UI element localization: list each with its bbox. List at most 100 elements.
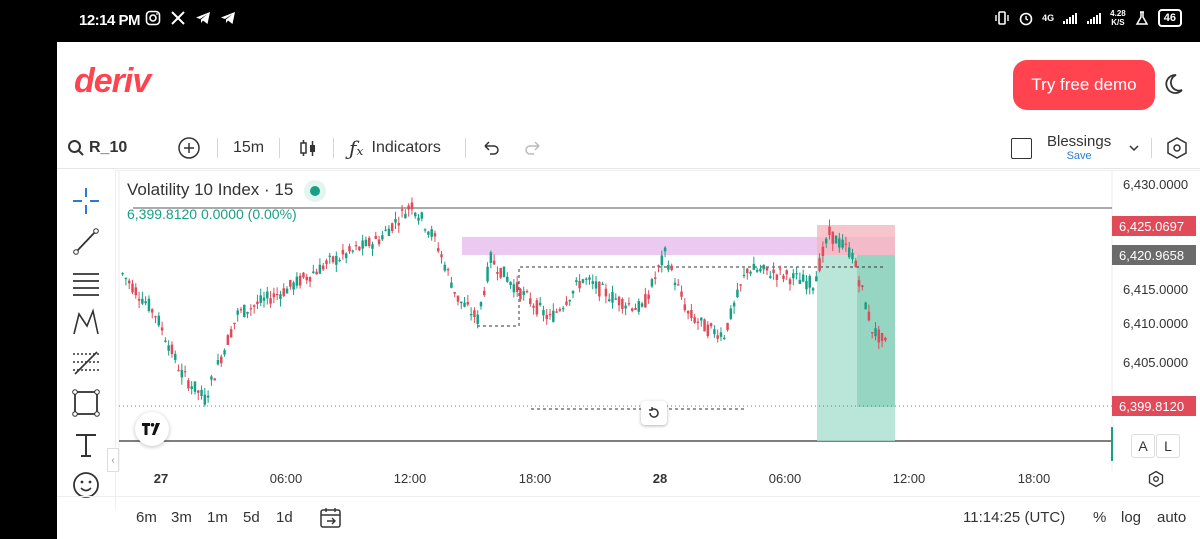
candle-body bbox=[851, 252, 854, 260]
candle-body bbox=[769, 276, 772, 278]
candle-body bbox=[811, 288, 815, 291]
candle-body bbox=[289, 280, 292, 287]
time-axis: 27 06:00 12:00 18:00 28 06:00 12:00 18:0… bbox=[119, 468, 1200, 490]
candle-body bbox=[187, 380, 190, 389]
candle-body bbox=[591, 281, 595, 284]
auto-scale-toggle[interactable]: auto bbox=[1157, 509, 1186, 526]
reset-zoom-button[interactable] bbox=[641, 401, 667, 425]
candle-body bbox=[233, 322, 236, 325]
try-free-demo-button[interactable]: Try free demo bbox=[1013, 60, 1155, 110]
candle-body bbox=[328, 255, 332, 257]
candle-body bbox=[525, 290, 529, 293]
interval-button[interactable]: 15m bbox=[233, 128, 264, 168]
pattern-icon[interactable] bbox=[71, 308, 101, 338]
candle-body bbox=[239, 309, 243, 311]
collapse-tab[interactable]: ‹ bbox=[107, 448, 119, 472]
account-save[interactable]: Save bbox=[1067, 150, 1092, 162]
candle-body bbox=[778, 268, 782, 270]
candle-body bbox=[180, 370, 184, 378]
price-tag-label: 6,420.9658 bbox=[1119, 248, 1184, 263]
auto-scale-button[interactable]: A bbox=[1131, 434, 1155, 458]
candle-body bbox=[861, 285, 864, 287]
symbol-search[interactable]: R_10 bbox=[67, 128, 127, 168]
candle-body bbox=[742, 274, 746, 277]
candle-body bbox=[243, 304, 246, 318]
candle-body bbox=[318, 264, 322, 274]
candle-body bbox=[312, 271, 315, 273]
candle-body bbox=[410, 202, 414, 210]
account-menu[interactable]: Blessings Save bbox=[1047, 128, 1111, 168]
settings-button[interactable] bbox=[1165, 128, 1189, 168]
period-3m[interactable]: 3m bbox=[171, 509, 192, 526]
trend-line-icon[interactable] bbox=[71, 226, 101, 256]
candle-body bbox=[489, 252, 493, 263]
candle-body bbox=[354, 245, 358, 247]
fibonacci-icon[interactable] bbox=[71, 348, 101, 378]
period-1d[interactable]: 1d bbox=[276, 509, 293, 526]
rectangle-icon[interactable] bbox=[71, 388, 101, 418]
utc-clock[interactable]: 11:14:25 (UTC) bbox=[963, 509, 1065, 526]
refresh-icon bbox=[649, 407, 659, 418]
candle-body bbox=[282, 288, 285, 296]
instagram-icon bbox=[145, 10, 161, 26]
undo-button[interactable] bbox=[481, 128, 501, 168]
candle-body bbox=[601, 283, 604, 285]
candle-body bbox=[604, 288, 608, 297]
redo-icon bbox=[525, 141, 540, 155]
candle-body bbox=[621, 298, 624, 309]
candle-body bbox=[815, 276, 818, 282]
candle-body bbox=[617, 296, 621, 306]
moon-icon[interactable] bbox=[1161, 72, 1185, 96]
net-speed-unit: K/S bbox=[1111, 18, 1125, 27]
price-axis-label: 6,405.0000 bbox=[1123, 355, 1188, 370]
candle-body bbox=[571, 290, 575, 294]
period-6m[interactable]: 6m bbox=[136, 509, 157, 526]
text-tool-icon[interactable] bbox=[71, 430, 101, 460]
candle-body bbox=[548, 313, 552, 316]
log-scale-button[interactable]: L bbox=[1156, 434, 1180, 458]
candle-body bbox=[657, 265, 660, 267]
redo-button[interactable] bbox=[523, 128, 543, 168]
date-range-icon[interactable] bbox=[319, 507, 343, 529]
candle-body bbox=[131, 283, 134, 293]
chart-type-button[interactable] bbox=[297, 128, 319, 168]
plus-circle-icon bbox=[178, 137, 200, 159]
checkbox-icon bbox=[1011, 137, 1032, 159]
divider bbox=[1151, 138, 1152, 158]
candle-body bbox=[515, 282, 519, 292]
candle-body bbox=[407, 205, 410, 210]
horizontal-lines-icon[interactable] bbox=[71, 268, 101, 298]
candle-body bbox=[686, 310, 690, 314]
period-5d[interactable]: 5d bbox=[243, 509, 260, 526]
percent-scale-toggle[interactable]: % bbox=[1093, 509, 1106, 526]
candle-body bbox=[150, 309, 154, 313]
deriv-logo[interactable]: deriv bbox=[74, 62, 151, 101]
network-type: 4G bbox=[1042, 13, 1055, 23]
period-1m[interactable]: 1m bbox=[207, 509, 228, 526]
tradingview-badge[interactable] bbox=[135, 412, 169, 446]
candle-body bbox=[197, 390, 200, 393]
candle-body bbox=[880, 333, 884, 341]
candle-body bbox=[387, 228, 391, 236]
candle-body bbox=[279, 294, 282, 300]
candle-body bbox=[127, 280, 131, 284]
candle-body bbox=[226, 335, 230, 345]
candle-body bbox=[785, 270, 788, 275]
indicators-button[interactable]: ƒₓ Indicators bbox=[349, 128, 441, 168]
flask-icon bbox=[1135, 11, 1149, 25]
candle-body bbox=[367, 237, 371, 247]
candle-body bbox=[272, 293, 276, 298]
log-scale-toggle[interactable]: log bbox=[1121, 509, 1141, 526]
crosshair-icon[interactable] bbox=[71, 186, 101, 216]
candle-body bbox=[749, 271, 752, 274]
candle-body bbox=[864, 302, 867, 310]
time-label: 06:00 bbox=[768, 471, 802, 486]
search-icon bbox=[68, 140, 84, 156]
candle-body bbox=[174, 353, 177, 360]
compare-button[interactable] bbox=[177, 128, 201, 168]
candle-body bbox=[870, 332, 874, 334]
account-dropdown[interactable] bbox=[1127, 128, 1141, 168]
time-label: 18:00 bbox=[1017, 471, 1051, 486]
layout-checkbox[interactable] bbox=[1011, 128, 1032, 168]
time-axis-settings-icon[interactable] bbox=[1147, 470, 1165, 488]
